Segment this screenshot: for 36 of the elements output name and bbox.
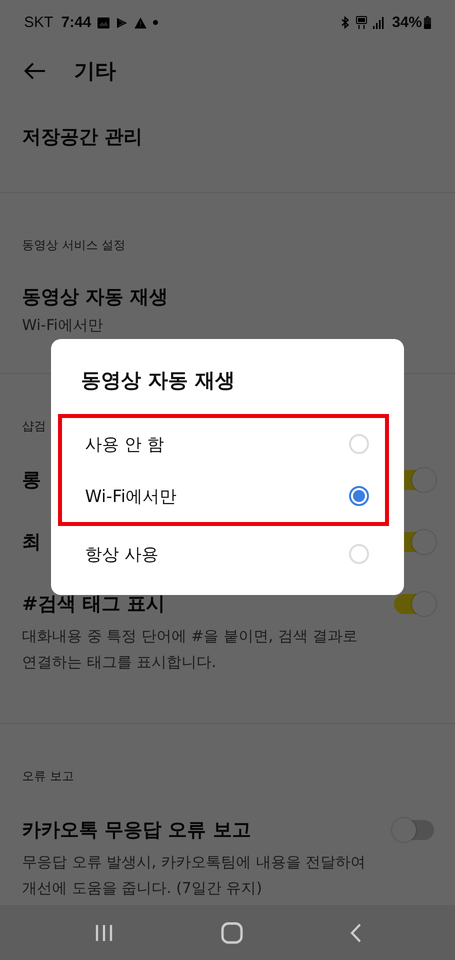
setting-title: #검색 태그 표시: [22, 592, 166, 617]
status-time: 7:44: [61, 14, 92, 31]
option-row[interactable]: Wi-Fi에서만: [58, 470, 389, 526]
setting-description: 무응답 오류 발생시, 카카오톡팀에 내용을 전달하여 개선에 도움을 줍니다. (7일간 유지): [22, 852, 367, 899]
setting-title: 카카오톡 무응답 오류 보고: [22, 818, 251, 843]
dot-icon: [153, 20, 158, 25]
setting-value: Wi-Fi에서만: [22, 316, 104, 335]
recent-apps-icon[interactable]: [94, 924, 114, 942]
play-icon: [116, 16, 128, 28]
page-title: 기타: [74, 58, 116, 85]
signal-icon: [372, 16, 384, 28]
section-header: 동영상 서비스 설정: [22, 237, 126, 254]
setting-title[interactable]: 동영상 자동 재생: [22, 284, 168, 310]
section-header: 샵검: [22, 418, 46, 435]
setting-title: 최: [22, 530, 41, 555]
option-label: 항상 사용: [85, 544, 158, 566]
option-label: 사용 안 함: [85, 434, 164, 456]
section-header: 오류 보고: [22, 768, 74, 785]
image-icon: [97, 16, 110, 28]
option-row[interactable]: 항상 사용: [58, 526, 389, 582]
carrier-name: SKT: [24, 14, 54, 31]
network-icon: [356, 16, 367, 30]
back-icon[interactable]: [350, 922, 362, 942]
option-row[interactable]: 사용 안 함: [58, 414, 389, 470]
setting-description: 대화내용 중 특정 단어에 #을 붙이면, 검색 결과로 연결하는 태그를 표시합니다.: [22, 626, 359, 673]
battery-level: 34%: [392, 14, 422, 31]
battery-icon: [424, 16, 431, 29]
setting-title[interactable]: 저장공간 관리: [22, 124, 143, 150]
bluetooth-icon: [340, 16, 350, 29]
home-icon[interactable]: [220, 922, 242, 944]
dialog-title: 동영상 자동 재생: [80, 367, 236, 394]
option-label: Wi-Fi에서만: [85, 486, 177, 508]
radio-button[interactable]: [349, 486, 369, 506]
back-arrow-icon[interactable]: [24, 62, 46, 80]
warning-icon: [134, 16, 148, 28]
setting-title: 롱: [22, 468, 41, 493]
